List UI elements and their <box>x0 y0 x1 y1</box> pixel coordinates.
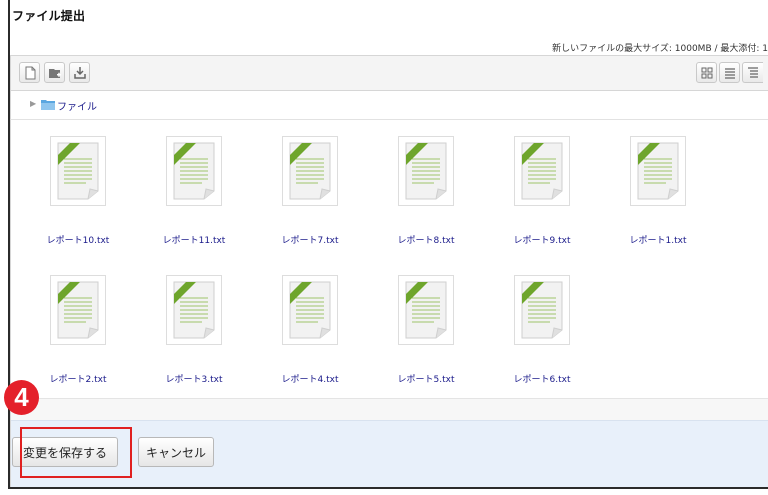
download-button[interactable] <box>69 62 90 83</box>
save-button-highlight <box>20 427 132 478</box>
step-number-badge: 4 <box>4 380 39 415</box>
expand-arrow-icon[interactable]: ▶ <box>30 99 36 108</box>
breadcrumb-folder-link[interactable]: ファイル <box>57 98 97 113</box>
list-view-icon <box>725 68 735 79</box>
icon-view-icon <box>701 67 713 79</box>
file-name[interactable]: レポート9.txt <box>489 233 595 246</box>
file-name[interactable]: レポート2.txt <box>25 372 131 385</box>
text-file-icon <box>166 275 222 345</box>
folder-icon <box>41 100 55 110</box>
list-view-button[interactable] <box>719 62 740 83</box>
page-title: ファイル提出 <box>12 9 86 23</box>
file-name[interactable]: レポート7.txt <box>257 233 363 246</box>
file-name[interactable]: レポート10.txt <box>25 233 131 246</box>
file-item[interactable]: レポート1.txt <box>605 136 705 256</box>
text-file-icon <box>50 275 106 345</box>
file-grid: レポート10.txt レポート11.txt レポート7.txt レポート8.tx… <box>10 120 768 395</box>
cancel-button[interactable]: キャンセル <box>138 437 214 467</box>
file-name[interactable]: レポート1.txt <box>605 233 711 246</box>
file-item[interactable]: レポート5.txt <box>373 275 473 395</box>
file-item[interactable]: レポート2.txt <box>25 275 125 395</box>
file-name[interactable]: レポート8.txt <box>373 233 479 246</box>
add-file-icon <box>25 66 36 80</box>
file-name[interactable]: レポート3.txt <box>141 372 247 385</box>
file-item[interactable]: レポート9.txt <box>489 136 589 256</box>
text-file-icon <box>282 136 338 206</box>
file-item[interactable]: レポート10.txt <box>25 136 125 256</box>
file-name[interactable]: レポート5.txt <box>373 372 479 385</box>
file-name[interactable]: レポート6.txt <box>489 372 595 385</box>
create-folder-button[interactable] <box>44 62 65 83</box>
text-file-icon <box>398 136 454 206</box>
file-item[interactable]: レポート11.txt <box>141 136 241 256</box>
file-item[interactable]: レポート7.txt <box>257 136 357 256</box>
text-file-icon <box>514 275 570 345</box>
text-file-icon <box>282 275 338 345</box>
text-file-icon <box>514 136 570 206</box>
tree-view-icon <box>748 67 758 78</box>
create-folder-icon <box>49 69 61 78</box>
file-manager-toolbar <box>10 55 768 91</box>
tree-view-button[interactable] <box>742 62 763 83</box>
breadcrumb: ▶ ファイル <box>10 91 768 120</box>
text-file-icon <box>630 136 686 206</box>
file-item[interactable]: レポート3.txt <box>141 275 241 395</box>
text-file-icon <box>166 136 222 206</box>
download-icon <box>74 67 86 79</box>
file-item[interactable]: レポート8.txt <box>373 136 473 256</box>
file-name[interactable]: レポート4.txt <box>257 372 363 385</box>
file-name[interactable]: レポート11.txt <box>141 233 247 246</box>
text-file-icon <box>398 275 454 345</box>
text-file-icon <box>50 136 106 206</box>
file-item[interactable]: レポート6.txt <box>489 275 589 395</box>
add-file-button[interactable] <box>19 62 40 83</box>
max-size-info: 新しいファイルの最大サイズ: 1000MB / 最大添付: 1 <box>552 44 768 54</box>
icon-view-button[interactable] <box>696 62 717 83</box>
file-item[interactable]: レポート4.txt <box>257 275 357 395</box>
